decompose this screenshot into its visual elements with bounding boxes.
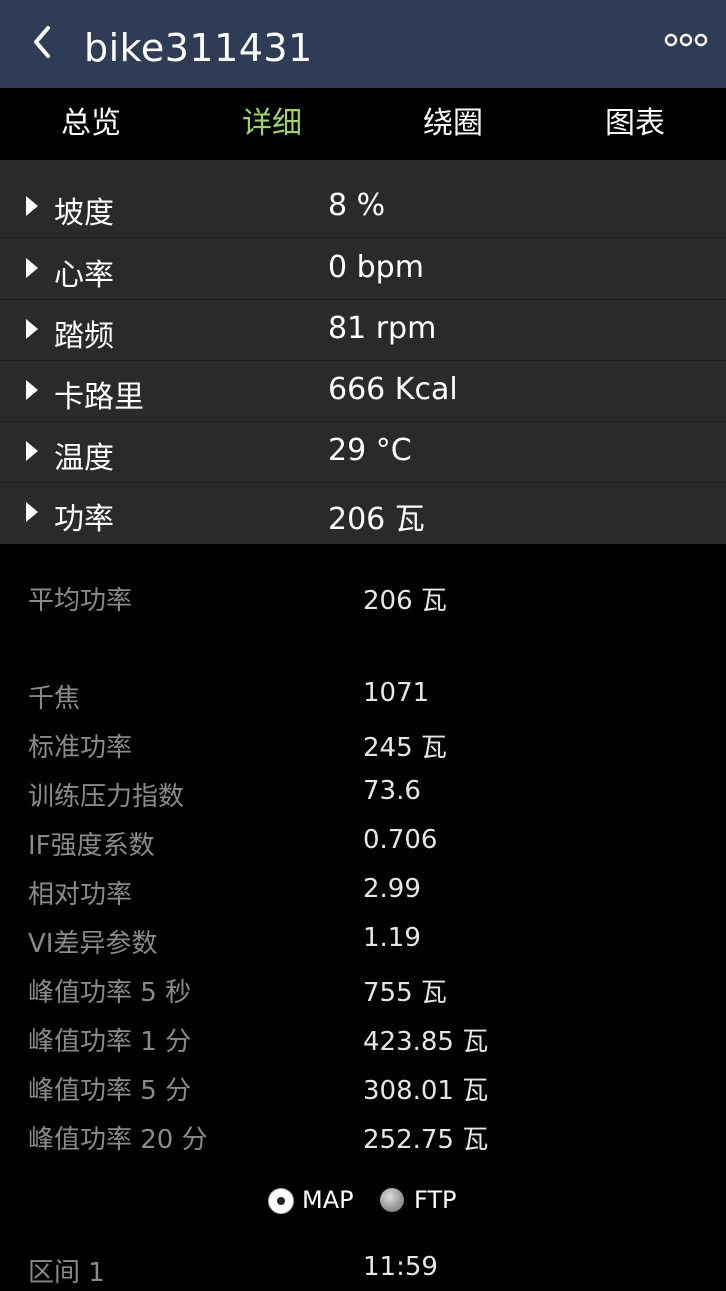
detail-value: 245 瓦 bbox=[363, 733, 447, 763]
detail-label: 峰值功率 20 分 bbox=[28, 1125, 208, 1155]
summary-label: 坡度 bbox=[54, 196, 114, 231]
detail-row-kilojoules: 千焦 1071 bbox=[0, 672, 726, 716]
detail-label: 相对功率 bbox=[28, 880, 133, 910]
zone-value: 11:59 bbox=[363, 1252, 438, 1282]
top-bar: bike311431 bbox=[0, 0, 726, 88]
expand-triangle-icon bbox=[26, 441, 38, 461]
tab-bar: 总览 详细 绕圈 图表 bbox=[0, 88, 726, 160]
detail-label: 训练压力指数 bbox=[28, 782, 185, 812]
zone-row: 区间 1 11:59 bbox=[0, 1246, 726, 1290]
tab-detail[interactable]: 详细 bbox=[181, 88, 363, 160]
detail-label: VI差异参数 bbox=[28, 929, 158, 959]
detail-row-peak-5m: 峰值功率 5 分 308.01 瓦 bbox=[0, 1064, 726, 1108]
map-radio[interactable] bbox=[268, 1188, 294, 1214]
detail-value: 73.6 bbox=[363, 776, 421, 806]
summary-row-calories[interactable]: 卡路里 666 Kcal bbox=[0, 360, 726, 421]
summary-value: 81 rpm bbox=[328, 311, 437, 346]
detail-row-tss: 训练压力指数 73.6 bbox=[0, 770, 726, 814]
detail-label: IF强度系数 bbox=[28, 831, 155, 861]
tab-overview[interactable]: 总览 bbox=[0, 88, 182, 160]
summary-value: 206 瓦 bbox=[328, 502, 425, 537]
summary-row-temperature[interactable]: 温度 29 °C bbox=[0, 421, 726, 482]
detail-row-relative-power: 相对功率 2.99 bbox=[0, 868, 726, 912]
chevron-left-icon[interactable] bbox=[28, 22, 58, 62]
detail-value: 308.01 瓦 bbox=[363, 1076, 489, 1106]
detail-row-normalized-power: 标准功率 245 瓦 bbox=[0, 721, 726, 765]
summary-label: 心率 bbox=[54, 258, 114, 293]
summary-label: 踏频 bbox=[54, 319, 114, 354]
more-dots-icon[interactable] bbox=[664, 30, 708, 50]
summary-row-power[interactable]: 功率 206 瓦 bbox=[0, 482, 726, 543]
detail-row-peak-20m: 峰值功率 20 分 252.75 瓦 bbox=[0, 1113, 726, 1157]
detail-value: 755 瓦 bbox=[363, 978, 447, 1008]
expand-triangle-icon bbox=[26, 502, 38, 522]
zone-label: 区间 1 bbox=[28, 1258, 105, 1288]
summary-value: 8 % bbox=[328, 188, 386, 223]
detail-value: 1.19 bbox=[363, 923, 421, 953]
summary-value: 29 °C bbox=[328, 433, 412, 468]
detail-value: 2.99 bbox=[363, 874, 421, 904]
summary-label: 卡路里 bbox=[54, 380, 144, 415]
detail-value: 423.85 瓦 bbox=[363, 1027, 489, 1057]
page-title: bike311431 bbox=[84, 26, 313, 70]
summary-label: 功率 bbox=[54, 502, 114, 537]
detail-value: 252.75 瓦 bbox=[363, 1125, 489, 1155]
detail-row-peak-1m: 峰值功率 1 分 423.85 瓦 bbox=[0, 1015, 726, 1059]
ftp-radio[interactable] bbox=[380, 1188, 404, 1212]
tab-charts[interactable]: 图表 bbox=[544, 88, 726, 160]
detail-value: 206 瓦 bbox=[363, 586, 447, 616]
summary-section: 坡度 8 % 心率 0 bpm 踏频 81 rpm 卡路里 666 Kcal 温… bbox=[0, 160, 726, 544]
detail-label: 标准功率 bbox=[28, 733, 133, 763]
detail-row-avg-power: 平均功率 206 瓦 bbox=[0, 574, 726, 618]
map-radio-label[interactable]: MAP bbox=[302, 1186, 354, 1214]
tab-laps[interactable]: 绕圈 bbox=[362, 88, 544, 160]
expand-triangle-icon bbox=[26, 319, 38, 339]
summary-row-grade[interactable]: 坡度 8 % bbox=[0, 176, 726, 237]
detail-label: 千焦 bbox=[28, 684, 81, 714]
summary-label: 温度 bbox=[54, 441, 114, 476]
detail-label: 平均功率 bbox=[28, 586, 133, 616]
detail-label: 峰值功率 5 分 bbox=[28, 1076, 192, 1106]
summary-row-heart-rate[interactable]: 心率 0 bpm bbox=[0, 238, 726, 299]
detail-row-peak-5s: 峰值功率 5 秒 755 瓦 bbox=[0, 966, 726, 1010]
detail-value: 0.706 bbox=[363, 825, 438, 855]
expand-triangle-icon bbox=[26, 196, 38, 216]
summary-row-cadence[interactable]: 踏频 81 rpm bbox=[0, 299, 726, 360]
expand-triangle-icon bbox=[26, 380, 38, 400]
summary-value: 666 Kcal bbox=[328, 372, 458, 407]
ftp-radio-label[interactable]: FTP bbox=[414, 1186, 457, 1214]
detail-label: 峰值功率 1 分 bbox=[28, 1027, 192, 1057]
mode-radio-group: MAP FTP bbox=[0, 1184, 726, 1224]
expand-triangle-icon bbox=[26, 258, 38, 278]
detail-value: 1071 bbox=[363, 678, 430, 708]
detail-row-intensity-factor: IF强度系数 0.706 bbox=[0, 819, 726, 863]
detail-label: 峰值功率 5 秒 bbox=[28, 978, 192, 1008]
detail-row-variability-index: VI差异参数 1.19 bbox=[0, 917, 726, 961]
summary-value: 0 bpm bbox=[328, 250, 424, 285]
